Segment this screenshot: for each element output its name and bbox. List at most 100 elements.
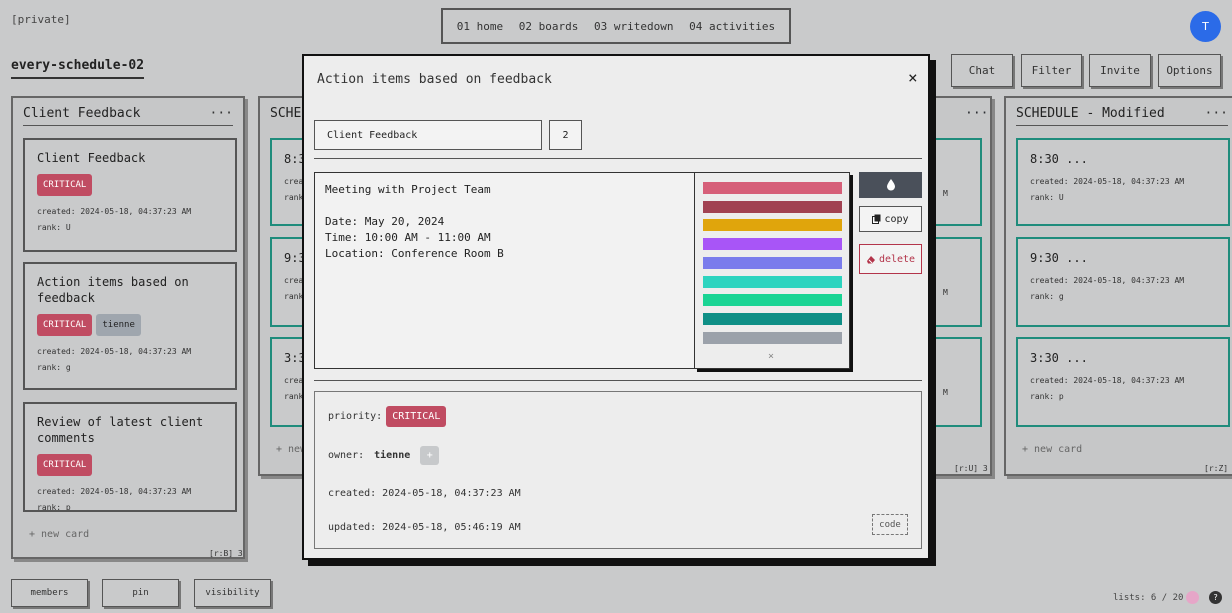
list-footer: [r:Z] 3	[1204, 464, 1232, 473]
card-title: Action items based on feedback	[37, 275, 189, 305]
visibility-button[interactable]: visibility	[194, 579, 271, 607]
card-badges: CRITICAL	[37, 172, 223, 196]
color-swatch[interactable]	[703, 276, 842, 288]
list-menu-icon[interactable]: ···	[965, 106, 988, 121]
chat-button[interactable]: Chat	[951, 54, 1013, 87]
board-title: every-schedule-02	[11, 58, 145, 79]
card-detail-modal: Action items based on feedback × Client …	[302, 54, 930, 560]
owner-badge: tienne	[96, 314, 141, 336]
color-swatch[interactable]	[703, 182, 842, 194]
new-card-button[interactable]: + new card	[1022, 444, 1082, 455]
close-palette-icon[interactable]: ×	[768, 351, 774, 362]
list-card[interactable]: Client Feedback CRITICAL created: 2024-0…	[23, 138, 237, 252]
list-footer: [r:U] 3	[954, 464, 988, 473]
card-fragment: M	[943, 288, 948, 297]
copy-button[interactable]: copy	[859, 206, 922, 232]
delete-label: delete	[878, 253, 916, 265]
list-title: SCHEDULE - Modified	[1016, 106, 1165, 121]
copy-label: copy	[884, 213, 909, 225]
card-title: 3:30 ...	[1030, 351, 1088, 365]
nav-home[interactable]: 01 home	[457, 20, 503, 33]
options-button[interactable]: Options	[1158, 54, 1221, 87]
code-button[interactable]: code	[872, 514, 908, 535]
nav-activities[interactable]: 04 activities	[689, 20, 775, 33]
color-swatch[interactable]	[703, 294, 842, 306]
card-rank: rank: p	[37, 503, 71, 512]
priority-badge: CRITICAL	[37, 454, 93, 476]
description-editor[interactable]: Meeting with Project Team Date: May 20, …	[314, 172, 695, 369]
owner-label: owner:	[328, 450, 365, 461]
list-position-field[interactable]: 2	[549, 120, 582, 150]
user-avatar[interactable]: T	[1190, 11, 1221, 42]
list-title: SCHE	[270, 106, 302, 121]
new-card-button[interactable]: + new card	[29, 529, 89, 540]
list-client-feedback: Client Feedback ··· Client Feedback CRIT…	[11, 96, 245, 559]
color-swatch[interactable]	[703, 313, 842, 325]
add-owner-button[interactable]: +	[420, 446, 440, 465]
droplet-icon	[886, 179, 895, 191]
card-rank: rank: U	[37, 223, 71, 232]
priority-badge[interactable]: CRITICAL	[386, 406, 447, 427]
schedule-card[interactable]: 3:30 ... created: 2024-05-18, 04:37:23 A…	[1016, 337, 1230, 427]
priority-badge: CRITICAL	[37, 314, 93, 336]
card-created: created: 2024-05-18, 04:37:23 AM	[37, 207, 192, 216]
color-button[interactable]	[859, 172, 922, 198]
nav-writedown[interactable]: 03 writedown	[594, 20, 673, 33]
color-swatch[interactable]	[703, 238, 842, 250]
card-badges: CRITICAL	[37, 452, 223, 476]
color-swatch[interactable]	[703, 332, 842, 344]
delete-button[interactable]: delete	[859, 244, 922, 274]
card-title: Review of latest client comments	[37, 415, 204, 445]
list-title: Client Feedback	[23, 106, 141, 121]
divider	[314, 158, 922, 159]
filter-button[interactable]: Filter	[1021, 54, 1082, 87]
created-timestamp: created: 2024-05-18, 04:37:23 AM	[328, 488, 521, 499]
color-swatch[interactable]	[703, 201, 842, 213]
members-button[interactable]: members	[11, 579, 88, 607]
list-menu-icon[interactable]: ···	[1205, 106, 1228, 121]
card-created: created: 2024-05-18, 04:37:23 AM	[37, 487, 192, 496]
divider	[314, 380, 922, 381]
nav-boards[interactable]: 02 boards	[519, 20, 579, 33]
card-title: Client Feedback	[37, 151, 146, 165]
priority-badge: CRITICAL	[37, 174, 93, 196]
list-card[interactable]: Action items based on feedback CRITICAL t…	[23, 262, 237, 390]
main-nav: 01 home 02 boards 03 writedown 04 activi…	[441, 8, 791, 44]
card-created: created: 2024-05-18, 04:37:23 AM	[1030, 276, 1185, 285]
list-schedule-modified: SCHEDULE - Modified ··· 8:30 ... created…	[1004, 96, 1232, 476]
card-title: 8:30 ...	[1030, 152, 1088, 166]
updated-timestamp: updated: 2024-05-18, 05:46:19 AM	[328, 522, 521, 533]
card-details: priority: CRITICAL owner: tienne + creat…	[314, 391, 922, 549]
card-fragment: M	[943, 388, 948, 397]
schedule-card[interactable]: 9:30 ... created: 2024-05-18, 04:37:23 A…	[1016, 237, 1230, 327]
pin-button[interactable]: pin	[102, 579, 179, 607]
card-rank: rank: g	[1030, 292, 1064, 301]
card-created: created: 2024-05-18, 04:37:23 AM	[1030, 376, 1185, 385]
card-title: 9:30 ...	[1030, 251, 1088, 265]
list-name-field[interactable]: Client Feedback	[314, 120, 542, 150]
priority-row: priority: CRITICAL	[328, 406, 447, 427]
list-footer: [r:B] 3	[209, 549, 243, 558]
close-icon[interactable]: ×	[908, 68, 918, 87]
help-icon[interactable]: ?	[1209, 591, 1222, 604]
list-divider	[1016, 125, 1228, 126]
card-rank: rank: g	[37, 363, 71, 372]
schedule-card[interactable]: 8:30 ... created: 2024-05-18, 04:37:23 A…	[1016, 138, 1230, 226]
owner-row: owner: tienne +	[328, 446, 440, 465]
list-menu-icon[interactable]: ···	[210, 106, 233, 121]
card-badges: CRITICAL tienne	[37, 312, 223, 336]
priority-label: priority:	[328, 411, 383, 422]
card-rank: rank: U	[1030, 193, 1064, 202]
list-divider	[23, 125, 233, 126]
color-swatch[interactable]	[703, 257, 842, 269]
color-swatch[interactable]	[703, 219, 842, 231]
modal-title: Action items based on feedback	[317, 72, 552, 87]
list-card[interactable]: Review of latest client comments CRITICA…	[23, 402, 237, 512]
copy-icon	[872, 214, 881, 224]
lists-count: lists: 6 / 20	[1113, 593, 1184, 603]
owner-value: tienne	[374, 450, 411, 461]
color-palette: ×	[694, 172, 850, 369]
invite-button[interactable]: Invite	[1089, 54, 1151, 87]
card-rank: rank: p	[1030, 392, 1064, 401]
status-dot[interactable]	[1186, 591, 1199, 604]
